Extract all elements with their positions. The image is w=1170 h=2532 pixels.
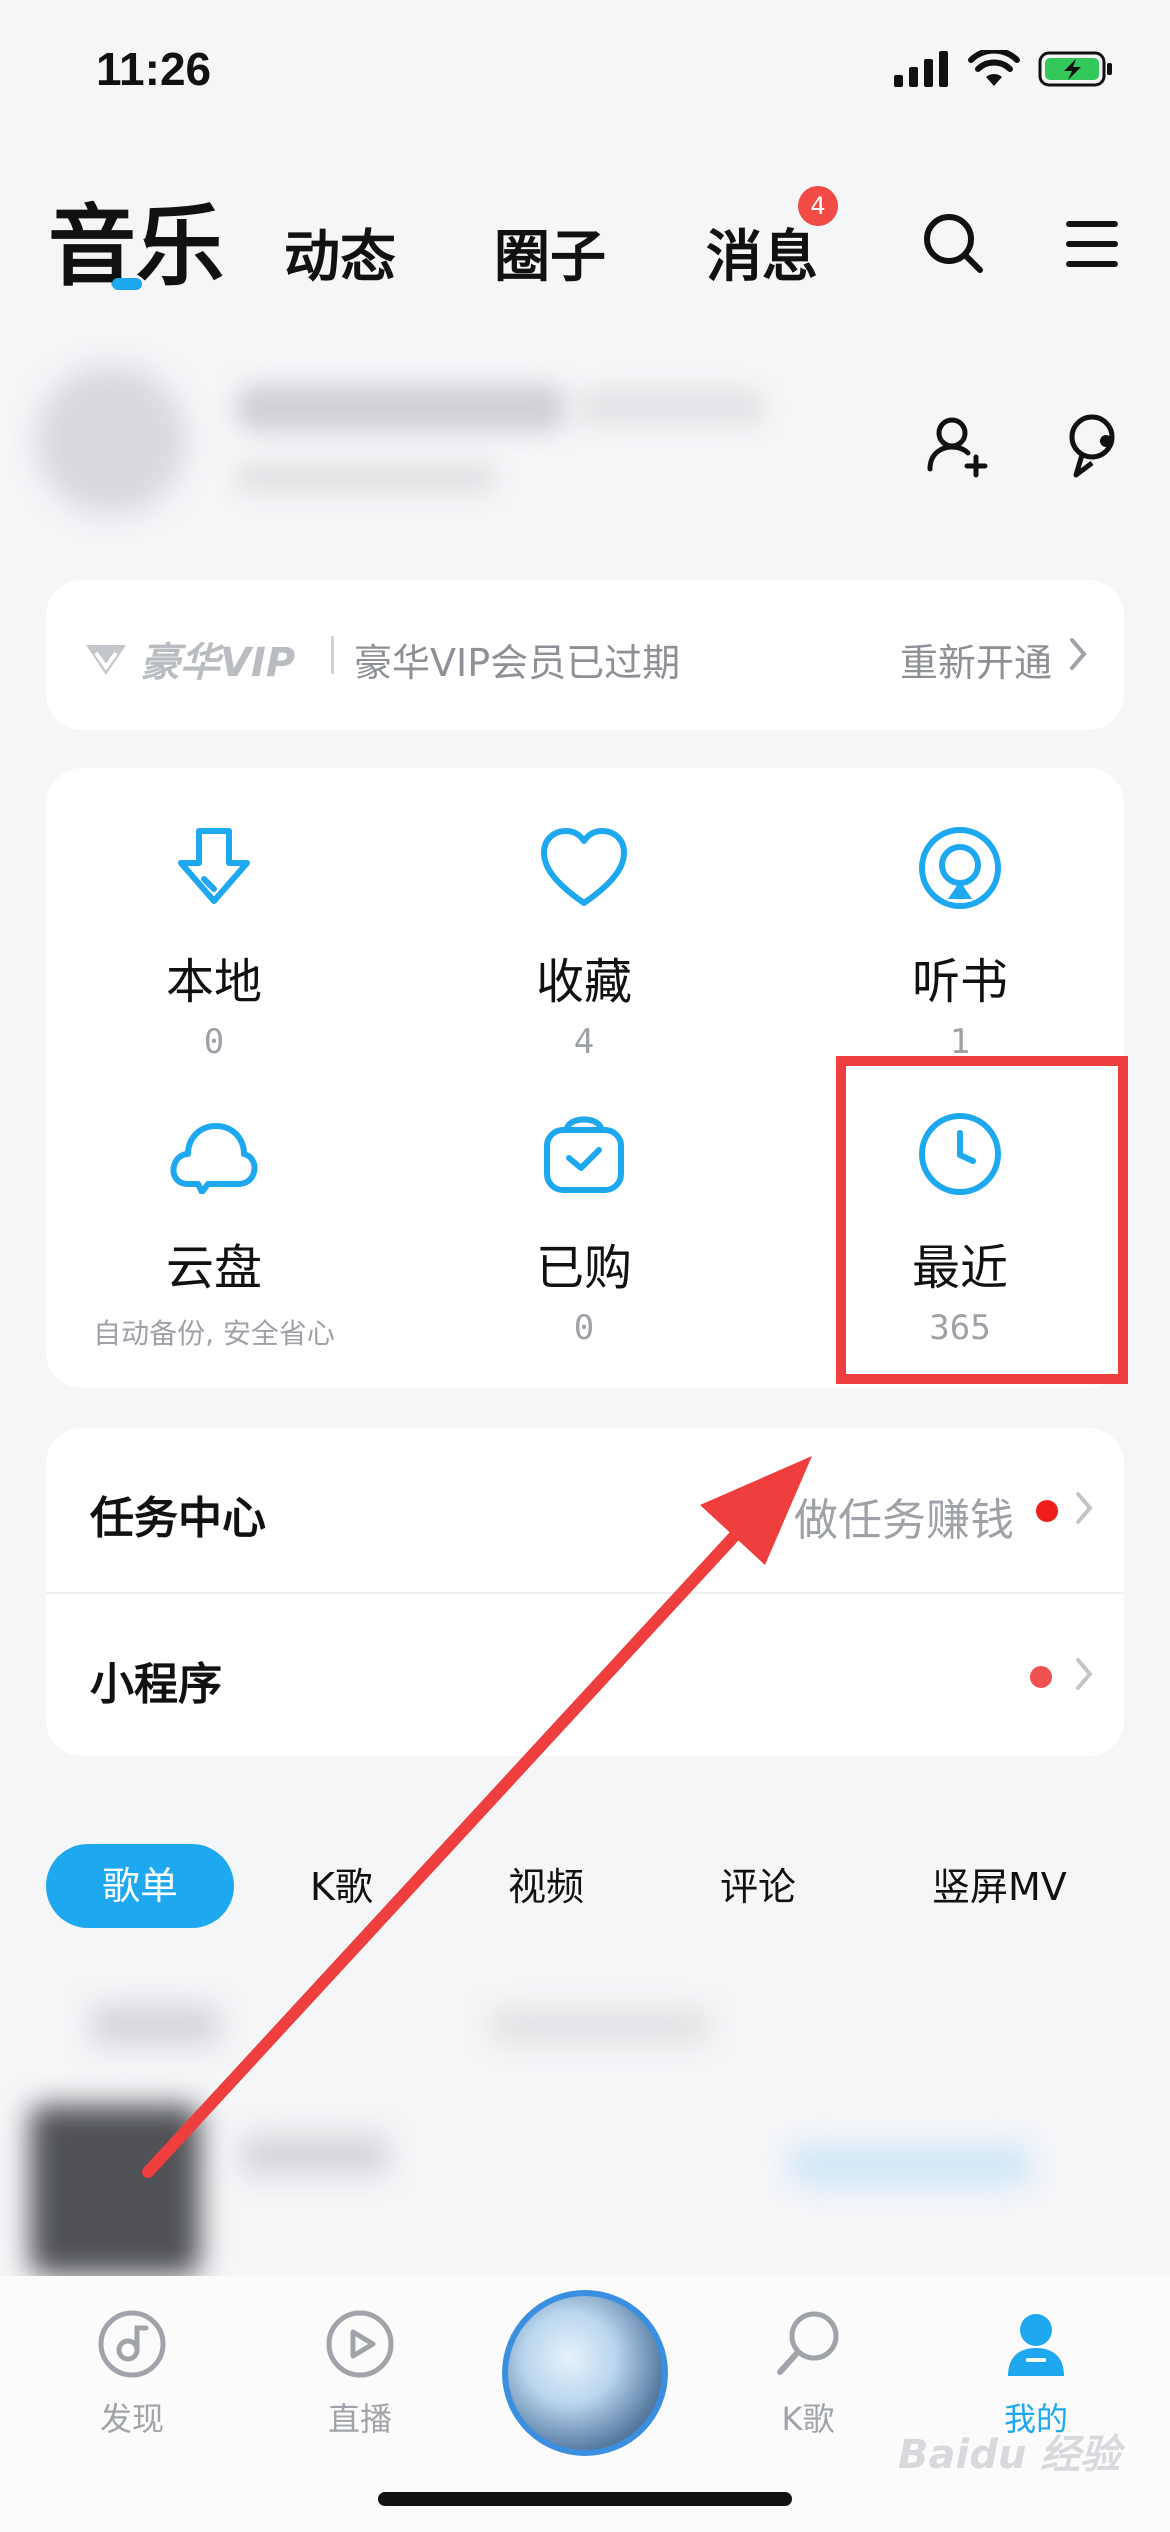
grid-label: 云盘	[165, 1240, 262, 1296]
microphone-icon	[777, 2311, 839, 2375]
audiobook-icon	[919, 827, 1001, 909]
grid-label: 已购	[535, 1240, 632, 1296]
blurred-header	[490, 2009, 710, 2043]
status-icons	[894, 50, 1114, 88]
grid-label: 收藏	[535, 954, 632, 1010]
tab-videos[interactable]: 视频	[508, 1856, 584, 1911]
list-title: 小程序	[90, 1659, 222, 1710]
now-playing-disc[interactable]	[502, 2290, 668, 2456]
tab-circles[interactable]: 圈子	[494, 212, 606, 293]
tab-vertical-mv[interactable]: 竖屏MV	[932, 1856, 1067, 1911]
blurred-title	[240, 2135, 390, 2175]
profile-icon	[1008, 2314, 1064, 2376]
list-right-text: 做任务赚钱	[794, 1495, 1014, 1546]
vip-status-text: 豪华VIP会员已过期	[354, 641, 681, 685]
tab-playlists[interactable]: 歌单	[46, 1844, 234, 1928]
tab-messages[interactable]: 消息	[706, 212, 818, 293]
battery-charging-icon	[1038, 51, 1112, 87]
profile-meta-blurred	[576, 389, 766, 425]
chevron-right-icon	[1076, 1492, 1093, 1524]
blurred-action	[790, 2145, 1030, 2185]
profile-stats-blurred	[236, 463, 496, 493]
wifi-icon	[968, 50, 1020, 86]
playlist-cover[interactable]	[30, 2105, 200, 2275]
vip-card[interactable]: 豪华VIP 豪华VIP会员已过期 重新开通	[46, 580, 1124, 730]
purchased-icon	[544, 1116, 624, 1193]
vip-diamond-icon	[86, 645, 126, 675]
vip-logo: 豪华VIP	[82, 630, 295, 688]
nav-label: K歌	[781, 2400, 835, 2438]
username-blurred	[236, 385, 566, 431]
grid-count: 0	[203, 1022, 225, 1062]
active-tab-indicator	[112, 278, 142, 290]
profile-header[interactable]	[36, 345, 1136, 535]
discover-icon	[98, 2310, 166, 2378]
content-tabs: 歌单 K歌 视频 评论 竖屏MV	[46, 1844, 1124, 1928]
avatar[interactable]	[36, 365, 186, 515]
notification-dot	[1036, 1500, 1058, 1522]
download-icon	[178, 828, 250, 904]
feature-list: 任务中心 做任务赚钱 小程序	[46, 1428, 1124, 1756]
playlist-list-blurred	[30, 1975, 1140, 2295]
grid-count: 4	[573, 1022, 595, 1062]
live-icon	[326, 2310, 394, 2378]
grid-subtitle: 自动备份, 安全省心	[93, 1317, 335, 1350]
grid-label: 听书	[911, 954, 1008, 1010]
chevron-right-icon	[1076, 1658, 1093, 1690]
grid-item-local[interactable]: 本地 0	[64, 818, 364, 1062]
nav-discover[interactable]: 发现	[42, 2304, 222, 2440]
menu-icon[interactable]	[1066, 220, 1118, 268]
blurred-header	[90, 2005, 220, 2045]
nav-label: 直播	[327, 2400, 392, 2438]
chevron-right-icon	[1070, 638, 1087, 670]
highlight-annotation-box	[836, 1056, 1128, 1384]
cloud-icon	[170, 1123, 258, 1194]
grid-item-cloud[interactable]: 云盘 自动备份, 安全省心	[64, 1104, 364, 1352]
microphone-icon[interactable]	[1062, 411, 1124, 481]
nav-me[interactable]: 我的	[946, 2304, 1126, 2440]
search-icon[interactable]	[922, 212, 984, 274]
message-count-badge: 4	[798, 186, 838, 226]
grid-item-favorites[interactable]: 收藏 4	[434, 818, 734, 1062]
nav-live[interactable]: 直播	[270, 2304, 450, 2440]
grid-item-audiobooks[interactable]: 听书 1	[810, 818, 1110, 1062]
grid-count: 0	[573, 1308, 595, 1348]
nav-label: 发现	[99, 2400, 164, 2438]
tab-feed[interactable]: 动态	[284, 212, 396, 293]
vip-logo-text: 豪华VIP	[140, 640, 296, 686]
status-time: 11:26	[96, 43, 212, 95]
list-row-mini-programs[interactable]: 小程序	[46, 1592, 1124, 1756]
cellular-signal-icon	[894, 51, 948, 87]
list-row-task-center[interactable]: 任务中心 做任务赚钱	[46, 1428, 1124, 1592]
grid-item-purchased[interactable]: 已购 0	[434, 1104, 734, 1348]
home-indicator[interactable]	[378, 2492, 792, 2506]
tab-comments[interactable]: 评论	[720, 1856, 796, 1911]
list-title: 任务中心	[90, 1493, 266, 1544]
nav-karaoke[interactable]: K歌	[718, 2304, 898, 2440]
watermark: Baidu 经验	[898, 2432, 1121, 2478]
status-bar: 11:26	[0, 0, 1170, 150]
notification-dot	[1030, 1666, 1052, 1688]
add-friend-icon[interactable]	[926, 413, 992, 479]
tab-karaoke[interactable]: K歌	[310, 1856, 373, 1911]
grid-label: 本地	[165, 954, 262, 1010]
vip-renew-link[interactable]: 重新开通	[900, 632, 1052, 687]
vip-divider	[331, 636, 334, 674]
heart-icon	[541, 828, 627, 906]
